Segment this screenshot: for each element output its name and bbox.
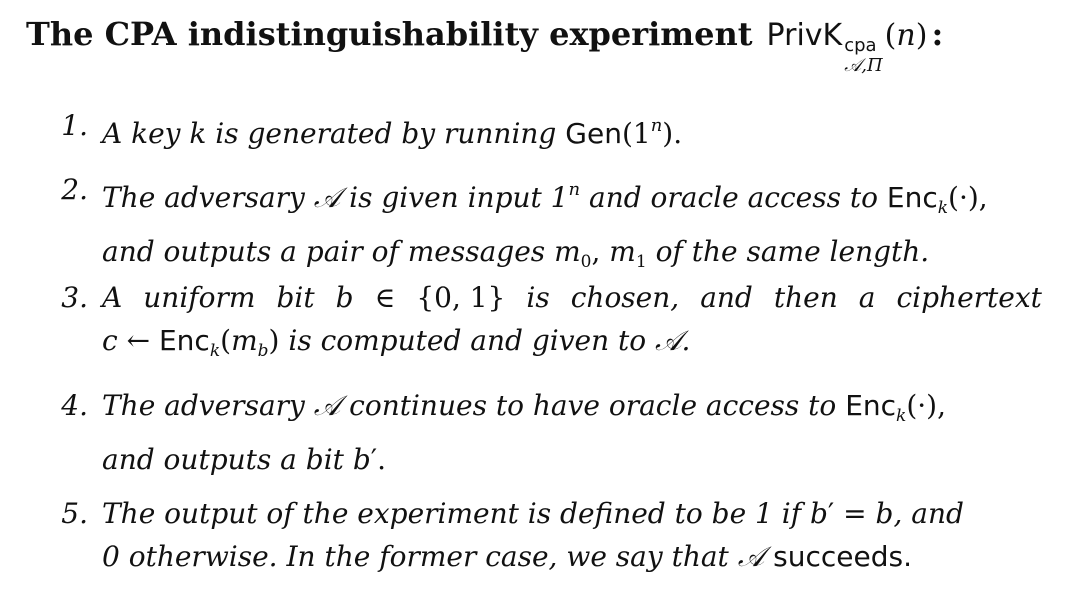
math-relation: ′ = xyxy=(827,497,867,530)
success-term: succeeds. xyxy=(773,540,912,573)
math-variable: m xyxy=(554,235,581,268)
step-line: A key k is generated by running Gen(1n). xyxy=(102,104,1052,155)
experiment-superscript: cpa xyxy=(844,35,877,56)
experiment-argument: (n) xyxy=(885,21,928,51)
text-run: is given input 1 xyxy=(349,181,569,214)
math-subscript: 1 xyxy=(635,252,647,272)
text-word: is xyxy=(526,281,550,314)
text-run: and outputs a bit xyxy=(102,443,344,476)
step-text: A key k is generated by running Gen(1n). xyxy=(102,104,1052,155)
text-word: chosen, xyxy=(570,281,680,314)
math-group: (·), xyxy=(948,181,988,214)
step-number: 5. xyxy=(61,497,88,530)
text-word: A xyxy=(102,281,123,314)
text-run: 0 otherwise. In the former case, we say … xyxy=(102,540,729,573)
step-text: The output of the experiment is defined … xyxy=(102,492,1052,578)
adversary-symbol: 𝒜 xyxy=(313,389,341,422)
step-line: The adversary 𝒜 continues to have oracle… xyxy=(102,384,1052,438)
math-superscript: n xyxy=(568,179,581,200)
step-line: The output of the experiment is defined … xyxy=(102,492,1052,535)
step-number: 3. xyxy=(61,281,88,314)
math-operator: ← xyxy=(126,324,151,357)
math-group: ) xyxy=(268,324,280,357)
argument-variable: n xyxy=(896,18,916,53)
step-line: and outputs a bit b′. xyxy=(102,438,1052,481)
heading-title: The CPA indistinguishability experiment xyxy=(26,15,753,53)
text-run: is computed and given to xyxy=(288,324,647,357)
text-run: and outputs a pair of messages xyxy=(102,235,546,268)
adversary-symbol: 𝒜 xyxy=(313,181,341,214)
algorithm-name: Enc xyxy=(158,324,210,357)
math-superscript: n xyxy=(650,115,663,136)
step-line: c ← Enck(mb) is computed and given to 𝒜. xyxy=(102,319,1052,373)
adversary-symbol: 𝒜. xyxy=(655,324,691,357)
algorithm-name: Gen xyxy=(565,117,622,150)
text-run: and oracle access to xyxy=(589,181,878,214)
math-variable: b xyxy=(809,497,828,530)
math-variable: c xyxy=(102,324,118,357)
math-subscript: k xyxy=(896,406,907,426)
text-run: continues to have oracle access to xyxy=(349,389,837,422)
argument-close-paren: ) xyxy=(915,18,928,53)
text-word: uniform xyxy=(143,281,256,314)
math-variable: b xyxy=(352,443,371,476)
text-run: The output of the experiment is defined … xyxy=(102,497,802,530)
math-subscript: b xyxy=(257,341,269,361)
step-text: A uniform bit b ∈ {0, 1} is chosen, and … xyxy=(102,276,1052,373)
text-word: a xyxy=(858,281,876,314)
step-line: A uniform bit b ∈ {0, 1} is chosen, and … xyxy=(102,276,1042,319)
math-variable: b, xyxy=(875,497,903,530)
math-prime: ′. xyxy=(370,443,387,476)
math-set: {0, 1} xyxy=(416,281,506,314)
slide-heading: The CPA indistinguishability experiment … xyxy=(26,15,944,75)
step-number: 2. xyxy=(61,173,88,206)
math-variable: b xyxy=(335,281,354,314)
math-subscript: k xyxy=(209,341,221,361)
experiment-name: PrivK xyxy=(766,18,843,53)
math-subscript: k xyxy=(937,198,949,218)
math-subscript: 0 xyxy=(580,252,592,272)
algorithm-name: Enc xyxy=(845,389,897,422)
text-run: and xyxy=(911,497,964,530)
text-word: then xyxy=(773,281,838,314)
text-word: ciphertext xyxy=(896,281,1042,314)
text-run: The adversary xyxy=(102,389,305,422)
math-operator: ∈ xyxy=(374,281,396,314)
text-word: bit xyxy=(276,281,315,314)
slide-page: The CPA indistinguishability experiment … xyxy=(0,0,1078,606)
step-line: The adversary 𝒜 is given input 1n and or… xyxy=(102,168,1052,230)
math-group: (·), xyxy=(906,389,947,422)
step-text: The adversary 𝒜 is given input 1n and or… xyxy=(102,168,1052,284)
math-punctuation: , xyxy=(591,235,601,268)
math-variable: m xyxy=(609,235,636,268)
text-run: is generated by running xyxy=(215,117,557,150)
math-variable: m xyxy=(231,324,258,357)
math-group: ). xyxy=(662,117,683,150)
step-number: 4. xyxy=(61,389,88,422)
adversary-symbol: 𝒜 xyxy=(737,540,765,573)
math-group: ( xyxy=(220,324,232,357)
step-line: 0 otherwise. In the former case, we say … xyxy=(102,535,1052,578)
text-run: The adversary xyxy=(102,181,305,214)
text-word: and xyxy=(700,281,753,314)
text-run: of the same length. xyxy=(655,235,930,268)
experiment-subscript: 𝒜,Π xyxy=(844,55,883,76)
step-text: The adversary 𝒜 continues to have oracle… xyxy=(102,384,1052,481)
argument-open-paren: ( xyxy=(884,18,897,53)
heading-colon: : xyxy=(931,15,944,53)
experiment-scripts: cpa 𝒜,Π xyxy=(844,37,882,75)
text-run: A key xyxy=(102,117,181,150)
math-variable: k xyxy=(189,117,207,150)
step-number: 1. xyxy=(61,109,88,142)
math-group: (1 xyxy=(621,117,651,150)
algorithm-name: Enc xyxy=(886,181,938,214)
